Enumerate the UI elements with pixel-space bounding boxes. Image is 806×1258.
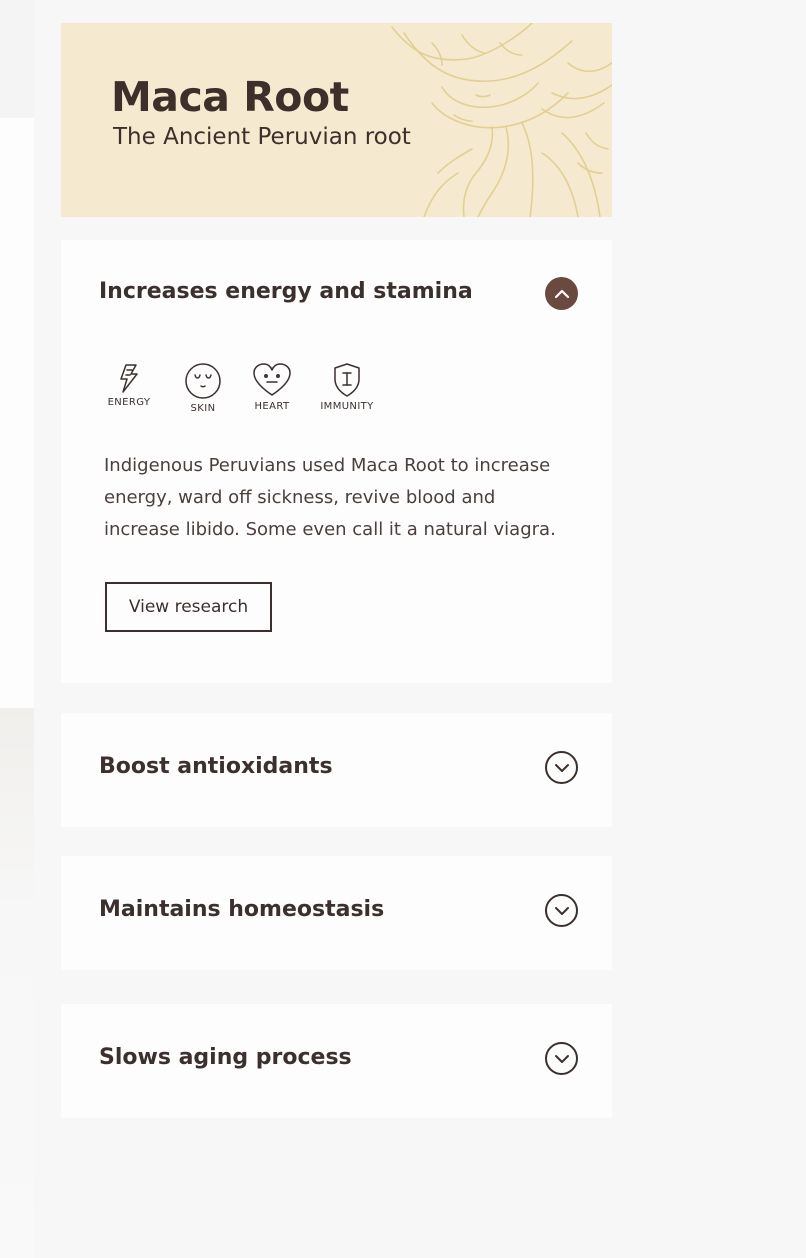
chevron-down-icon[interactable] bbox=[545, 894, 578, 927]
view-research-button[interactable]: View research bbox=[105, 582, 272, 632]
accordion-panel-aging: Slows aging process bbox=[61, 1004, 612, 1118]
accordion-title: Slows aging process bbox=[99, 1045, 352, 1070]
accordion-header-homeostasis[interactable]: Maintains homeostasis bbox=[61, 856, 612, 970]
paper-background-strip-lower bbox=[0, 708, 34, 1258]
benefit-icons: ENERGY SKIN HEART IMMUNITY bbox=[105, 362, 405, 422]
face-icon bbox=[185, 363, 221, 399]
accordion-header-aging[interactable]: Slows aging process bbox=[61, 1004, 612, 1118]
heart-icon bbox=[253, 363, 291, 396]
benefit-label: SKIN bbox=[190, 403, 216, 414]
accordion-title: Increases energy and stamina bbox=[99, 279, 473, 304]
accordion-header-antioxidants[interactable]: Boost antioxidants bbox=[61, 713, 612, 827]
chevron-up-icon[interactable] bbox=[545, 277, 578, 310]
maca-root-illustration bbox=[391, 23, 612, 217]
benefit-heart: HEART bbox=[248, 362, 296, 412]
benefit-description: Indigenous Peruvians used Maca Root to i… bbox=[104, 455, 556, 540]
accordion-panel-energy: Increases energy and stamina ENERGY SKIN bbox=[61, 240, 612, 683]
chevron-down-icon[interactable] bbox=[545, 1042, 578, 1075]
chevron-down-icon[interactable] bbox=[545, 751, 578, 784]
shield-icon bbox=[334, 363, 360, 397]
accordion-panel-antioxidants: Boost antioxidants bbox=[61, 713, 612, 827]
paper-background-strip bbox=[0, 118, 34, 708]
page-title: Maca Root bbox=[111, 73, 349, 121]
benefit-label: HEART bbox=[254, 401, 290, 412]
benefit-label: IMMUNITY bbox=[320, 401, 374, 412]
page-subtitle: The Ancient Peruvian root bbox=[113, 124, 411, 150]
benefit-label: ENERGY bbox=[107, 397, 151, 408]
benefit-immunity: IMMUNITY bbox=[315, 362, 379, 412]
lightning-icon bbox=[120, 364, 138, 393]
accordion-header-energy[interactable]: Increases energy and stamina bbox=[61, 240, 612, 346]
hero-banner: Maca Root The Ancient Peruvian root bbox=[61, 23, 612, 217]
accordion-panel-homeostasis: Maintains homeostasis bbox=[61, 856, 612, 970]
accordion-title: Maintains homeostasis bbox=[99, 897, 385, 922]
benefit-skin: SKIN bbox=[179, 362, 227, 414]
accordion-title: Boost antioxidants bbox=[99, 754, 333, 779]
benefit-energy: ENERGY bbox=[105, 362, 153, 408]
